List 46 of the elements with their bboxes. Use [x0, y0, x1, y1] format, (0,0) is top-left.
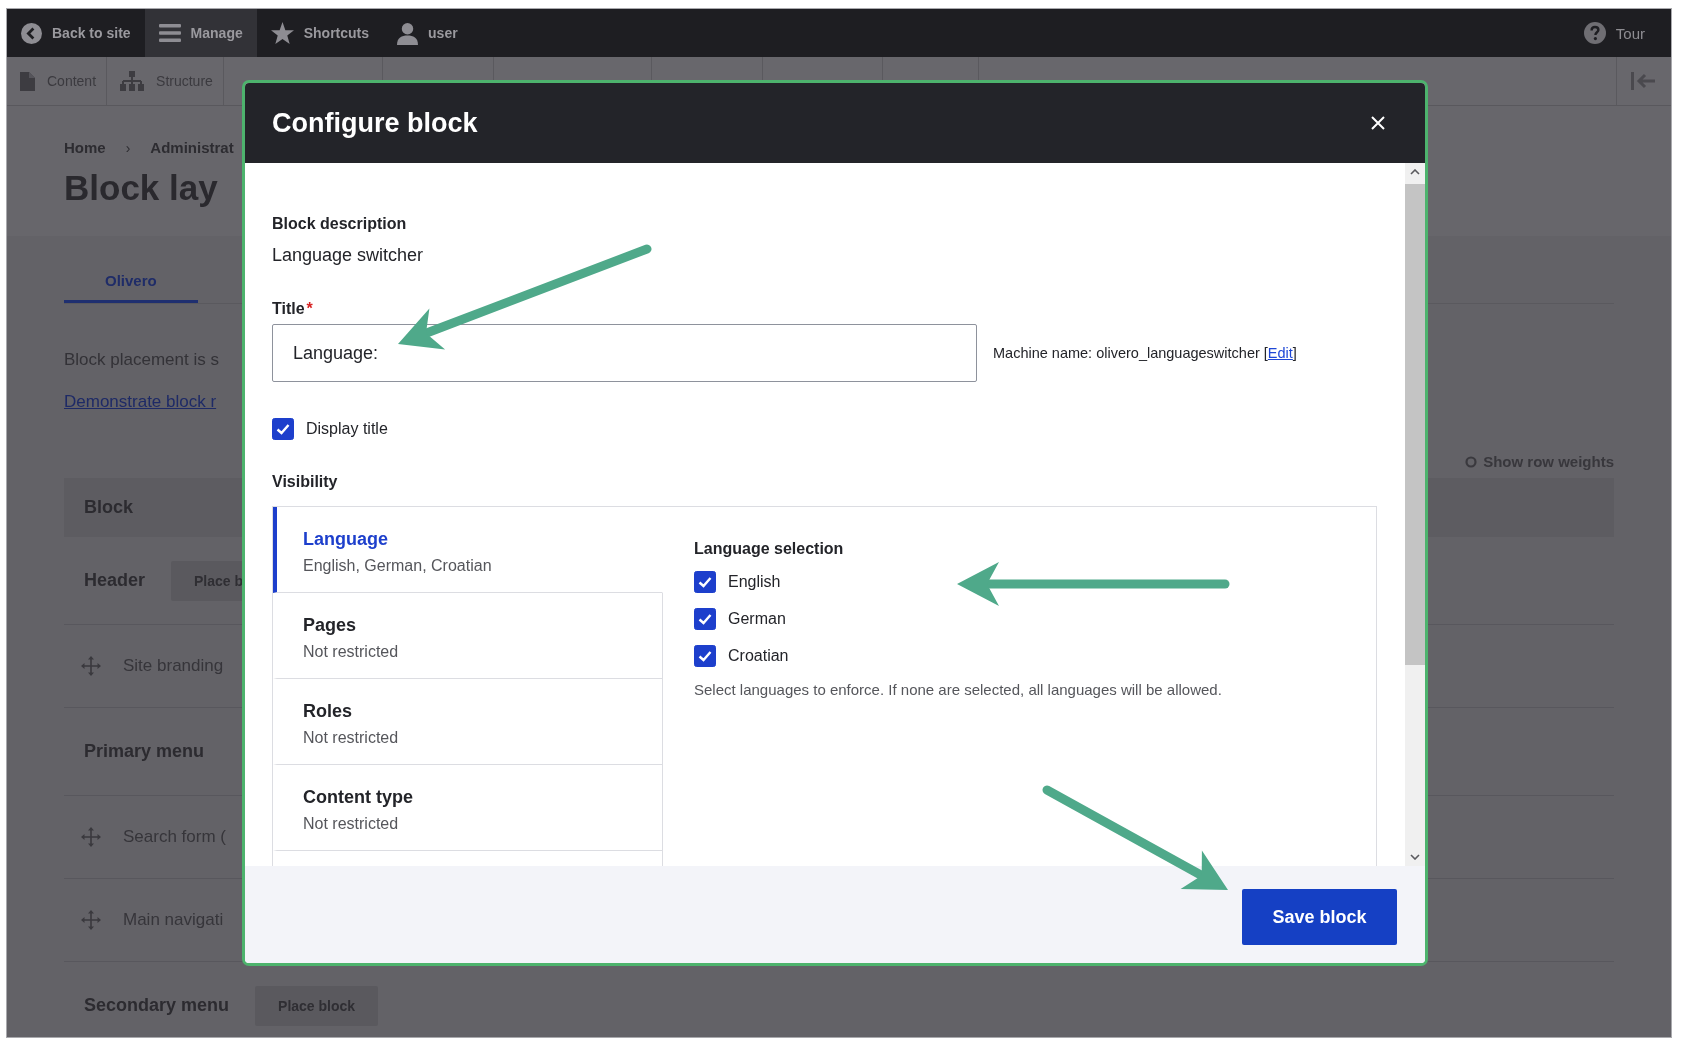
fieldset-label: Language selection — [694, 539, 844, 559]
sitemap-icon — [120, 71, 145, 91]
checkbox[interactable] — [694, 571, 716, 593]
toolbar-button[interactable]: user — [383, 9, 472, 57]
checkbox[interactable] — [694, 608, 716, 630]
checkbox-label[interactable]: German — [728, 608, 786, 630]
menu-icon — [158, 24, 181, 42]
chevron-left-icon — [21, 22, 42, 44]
field-label: Title — [272, 299, 305, 319]
checkbox-label[interactable]: Display title — [306, 418, 388, 440]
scrollbar[interactable] — [1405, 163, 1425, 866]
collapse-icon — [1631, 72, 1655, 90]
ring-icon — [1465, 456, 1478, 468]
help-text: Select languages to enforce. If none are selected, all languages will be allowed. — [694, 680, 1222, 700]
field-label: Block description — [272, 214, 407, 234]
checkbox-label[interactable]: Croatian — [728, 645, 789, 667]
title-input[interactable]: Language: — [272, 324, 977, 382]
tour-button[interactable]: Tour — [1569, 9, 1671, 57]
dialog-title: Configure block — [272, 107, 478, 139]
vertical-tab[interactable]: Content type Not restricted — [273, 765, 663, 851]
chevron-up-icon[interactable] — [1410, 169, 1420, 175]
machine-name-text: Machine name: olivero_languageswitcher [Edit] — [993, 345, 1297, 361]
chevron-down-icon[interactable] — [1410, 854, 1420, 860]
toolbar-button[interactable]: Shortcuts — [256, 9, 384, 57]
toolbar-button[interactable]: Manage — [144, 9, 257, 57]
scrollbar-thumb[interactable] — [1405, 184, 1425, 665]
save-button[interactable]: Save block — [1242, 889, 1397, 945]
checkbox[interactable] — [272, 418, 294, 440]
breadcrumb-separator: › — [125, 139, 131, 158]
field-value: Language switcher — [272, 244, 424, 266]
checkbox[interactable] — [694, 645, 716, 667]
vertical-tab[interactable]: Roles Not restricted — [273, 679, 663, 765]
region-label: Header — [84, 570, 146, 591]
required-mark: * — [306, 299, 313, 319]
star-icon — [270, 22, 294, 44]
document-icon — [20, 71, 35, 91]
user-icon — [397, 21, 419, 45]
region-label: Secondary menu — [84, 995, 230, 1016]
page-title: Block lay — [64, 167, 218, 209]
checkbox-label[interactable]: English — [728, 571, 781, 593]
toolbar-button[interactable]: Back to site — [7, 9, 145, 57]
help-icon — [1583, 22, 1606, 44]
close-icon — [1371, 116, 1385, 130]
vertical-tab[interactable]: Language English, German, Croatian — [273, 507, 663, 593]
edit-link[interactable]: Edit — [1267, 345, 1293, 361]
vertical-tab[interactable]: Pages Not restricted — [273, 593, 663, 679]
